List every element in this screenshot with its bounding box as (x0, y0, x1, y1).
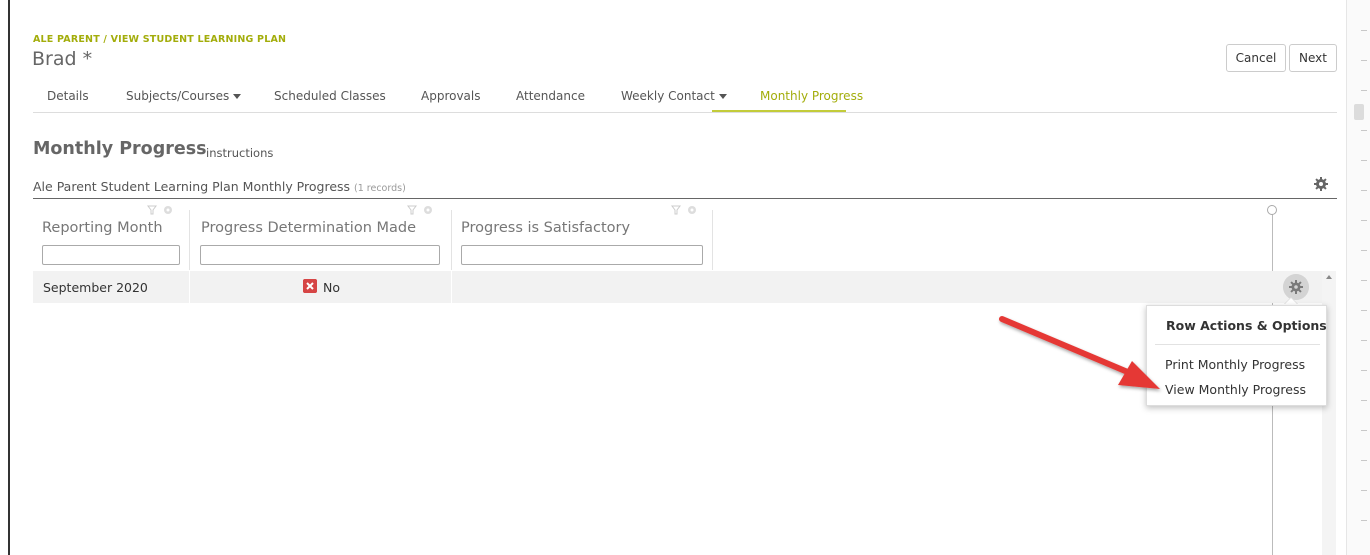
ruler-tick (1361, 90, 1367, 91)
tab-label: Approvals (421, 89, 481, 103)
tab-details[interactable]: Details (47, 89, 89, 103)
instructions-link[interactable]: instructions (206, 146, 273, 160)
close-x-icon (303, 279, 317, 293)
row-actions-title: Row Actions & Options (1166, 318, 1327, 333)
tab-subjects-courses[interactable]: Subjects/Courses (126, 89, 242, 103)
grid-title: Ale Parent Student Learning Plan Monthly… (33, 179, 406, 194)
filter-icon[interactable] (670, 204, 700, 216)
section-title: Monthly Progress (33, 139, 207, 159)
ruler-tick (1361, 60, 1367, 61)
chevron-down-icon (233, 94, 242, 99)
grid-title-divider (33, 198, 1337, 199)
next-button[interactable]: Next (1289, 44, 1337, 72)
ruler-tick (1361, 190, 1367, 191)
column-divider (451, 210, 452, 270)
ruler-tick (1361, 310, 1367, 311)
tab-label: Monthly Progress (760, 89, 864, 103)
filter-icon[interactable] (146, 204, 176, 216)
cell-reporting-month: September 2020 (43, 280, 148, 295)
ruler-tick (1361, 250, 1367, 251)
cell-divider (189, 271, 190, 303)
gear-icon[interactable] (1313, 176, 1329, 192)
column-header-reporting-month[interactable]: Reporting Month (42, 220, 163, 236)
chevron-down-icon (718, 94, 727, 99)
tab-label: Details (47, 89, 89, 103)
record-count: (1 records) (354, 183, 406, 194)
ruler-thumb[interactable] (1354, 104, 1364, 120)
right-ruler-scrollbar[interactable] (1346, 0, 1370, 555)
row-actions-gear-icon[interactable] (1283, 274, 1309, 300)
grid-title-text: Ale Parent Student Learning Plan Monthly… (33, 179, 351, 194)
left-frame-border (8, 0, 10, 555)
tab-label: Weekly Contact (621, 89, 715, 103)
active-tab-indicator (712, 110, 846, 112)
tab-monthly-progress[interactable]: Monthly Progress (760, 89, 863, 103)
menu-item-view-monthly-progress[interactable]: View Monthly Progress (1165, 382, 1306, 397)
cell-divider (451, 271, 452, 303)
ruler-tick (1361, 520, 1367, 521)
table-row[interactable]: September 2020 No (33, 271, 1322, 303)
ruler-tick (1361, 370, 1367, 371)
column-header-progress-satisfactory[interactable]: Progress is Satisfactory (461, 220, 630, 236)
tab-scheduled-classes[interactable]: Scheduled Classes (274, 89, 386, 103)
filter-input-progress-determination[interactable] (200, 245, 440, 265)
tab-label: Subjects/Courses (126, 89, 230, 103)
filter-icon[interactable] (406, 204, 436, 216)
column-divider (189, 210, 190, 270)
scroll-up-arrow-icon[interactable] (1326, 275, 1332, 279)
ruler-tick (1361, 280, 1367, 281)
ruler-tick (1361, 340, 1367, 341)
tab-bar: Details Subjects/Courses Scheduled Class… (33, 82, 1337, 113)
tab-label: Scheduled Classes (274, 89, 386, 103)
ruler-tick (1361, 220, 1367, 221)
row-actions-menu: Row Actions & Options Print Monthly Prog… (1146, 305, 1327, 406)
column-header-progress-determination[interactable]: Progress Determination Made (201, 220, 416, 236)
popup-notch (1284, 298, 1298, 305)
ruler-tick (1361, 490, 1367, 491)
tab-approvals[interactable]: Approvals (421, 89, 481, 103)
page-title: Brad * (32, 48, 93, 70)
ruler-tick (1361, 430, 1367, 431)
annotation-arrow-icon (999, 316, 1160, 389)
ruler-tick (1361, 400, 1367, 401)
menu-item-print-monthly-progress[interactable]: Print Monthly Progress (1165, 357, 1305, 372)
cancel-button[interactable]: Cancel (1226, 44, 1286, 72)
filter-input-reporting-month[interactable] (42, 245, 180, 265)
ruler-tick (1361, 130, 1367, 131)
ruler-tick (1361, 460, 1367, 461)
tab-attendance[interactable]: Attendance (516, 89, 585, 103)
breadcrumb[interactable]: ALE PARENT / VIEW STUDENT LEARNING PLAN (33, 34, 286, 45)
filter-input-progress-satisfactory[interactable] (461, 245, 703, 265)
tab-label: Attendance (516, 89, 585, 103)
tab-weekly-contact[interactable]: Weekly Contact (621, 89, 727, 103)
column-divider (712, 210, 713, 270)
ruler-tick (1361, 30, 1367, 31)
cell-progress-determination: No (323, 280, 340, 295)
ruler-tick (1361, 160, 1367, 161)
menu-divider (1155, 344, 1320, 345)
column-resize-handle[interactable] (1267, 205, 1277, 215)
